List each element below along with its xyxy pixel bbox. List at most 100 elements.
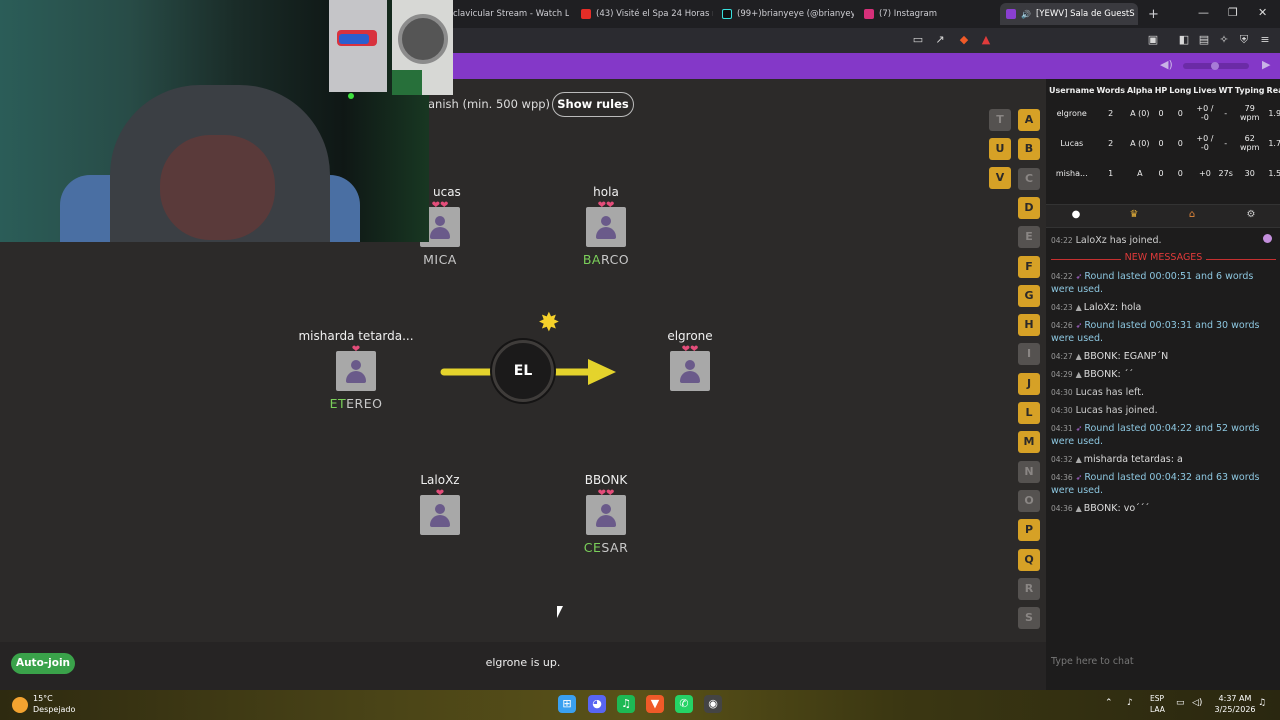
chat-after: 04:22 ➶ Round lasted 00:00:51 and 6 words … [1051,270,1276,515]
tray-chevron-icon[interactable]: ⌃ [1105,698,1113,708]
tab-stream[interactable]: clavicular Stream - Watch Live [447,3,569,25]
spotify-icon[interactable]: ♫ [617,695,635,713]
clock-time[interactable]: 4:37 AM [1214,694,1256,703]
stats-table: UsernameWordsAlphaHPLongLivesWTTypingRea… [1048,82,1280,188]
word-rest: SAR [601,540,629,555]
volume-icon[interactable]: ◀) [1160,58,1173,71]
room-icon[interactable]: ⌂ [1185,209,1199,220]
whatsapp-icon[interactable]: ✆ [675,695,693,713]
stats-header-cell[interactable]: HP [1154,82,1169,98]
lives-hearts: ❤❤ [597,488,615,499]
lives-hearts: ❤ [351,344,361,355]
discord-icon[interactable]: ◕ [588,695,606,713]
chat-username[interactable]: BBONK [1084,369,1118,380]
chat-message: 04:36 ➶ Round lasted 00:04:32 and 63 words… [1051,471,1276,497]
chat-username[interactable]: BBONK [1084,503,1118,514]
stats-header-cell[interactable]: Typing [1234,82,1266,98]
chat-username[interactable]: LaloXz [1084,302,1115,313]
chat-text: Lucas has left. [1075,387,1145,398]
auto-join-toggle[interactable]: Auto-join [11,653,75,674]
leo-ai-icon[interactable]: ✧ [1217,33,1231,46]
player-misharda: misharda tetarda... ❤ ETEREO [291,329,421,412]
minimize-button[interactable]: — [1198,6,1209,19]
wallet-icon[interactable]: ▤ [1197,33,1211,46]
stats-header-cell[interactable]: Lives [1192,82,1217,98]
vpn-icon[interactable]: ⛨ [1237,33,1251,47]
round-icon: ➶ [1075,321,1083,330]
brave-icon[interactable]: ▼ [646,695,664,713]
share-icon[interactable]: ↗ [933,33,947,46]
notification-bell-icon[interactable]: ♫ [1258,698,1266,708]
stats-cell: 0 [1177,108,1183,118]
tab-youtube[interactable]: (43) Visité el Spa 24 Horas má [575,3,713,25]
weather-temp: 15°C [33,694,53,703]
network-icon[interactable]: ▭ [1176,698,1185,708]
stats-body: elgrone2A (0)00+0 / -0-79 wpm1.93sLucas2… [1048,98,1280,188]
stats-header-cell[interactable]: React [1266,82,1280,98]
brave-shield-icon[interactable]: ◆ [957,33,971,46]
chat-message: 04:23 ▲ LaloXz: hola [1051,301,1276,314]
stats-header-row: UsernameWordsAlphaHPLongLivesWTTypingRea… [1048,82,1280,98]
chat-message: 04:36 ▲ BBONK: vo´´´ [1051,502,1276,515]
chat-username[interactable]: misharda tetardas [1084,454,1171,465]
cast-icon[interactable]: ▭ [911,33,925,46]
settings-icon[interactable]: ⚙ [1244,209,1258,220]
stats-cell: 1.93s [1268,108,1280,118]
stats-row: Lucas 2 A (0) 0 0 +0 / -0- 62 wpm 1.75s [1048,128,1280,158]
chat-timestamp: 04:23 [1051,303,1073,312]
chat-icon[interactable]: ● [1069,209,1083,220]
clock-date[interactable]: 3/25/2026 [1212,705,1258,714]
jklm-icon [1006,9,1016,19]
stats-cell: A (0) [1130,138,1150,148]
letter-tile: T [989,109,1011,131]
show-rules-button[interactable]: Show rules [552,92,634,117]
chat-username[interactable]: BBONK [1084,351,1118,362]
menu-icon[interactable]: ≡ [1258,33,1272,46]
new-tab-button[interactable]: + [1142,3,1160,25]
close-window-button[interactable]: ✕ [1258,6,1267,19]
round-icon: ➶ [1075,473,1083,482]
chat-before: 04:22 LaloXz has joined. [1051,234,1276,247]
volume-tray-icon[interactable]: ◁) [1192,698,1202,708]
language-code[interactable]: ESP [1150,694,1164,703]
chat-log: 04:22 LaloXz has joined. NEW MESSAGES 04:… [1051,234,1276,520]
player-hola: hola ❤❤ BARCO [541,185,671,268]
tab-tiktok[interactable]: (99+)brianyeye (@brianyeye) | [716,3,854,25]
moon-weather-icon[interactable] [12,697,28,713]
mic-icon[interactable]: ♪ [1127,698,1133,708]
obs-icon[interactable]: ◉ [704,695,722,713]
brave-rewards-icon[interactable]: ▲ [979,33,993,46]
tab-label: clavicular Stream - Watch Live [453,9,569,19]
word-rest: RCO [601,252,630,267]
play-icon[interactable]: ▶ [1262,58,1270,71]
rules-text: anish (min. 500 wpp) [428,97,551,111]
stats-header-cell[interactable]: WT [1218,82,1234,98]
stats-cell: 0 [1177,168,1183,178]
volume-slider-knob[interactable] [1211,62,1219,70]
keyboard-layout[interactable]: LAA [1150,705,1165,714]
player-name: misharda tetarda... [298,329,414,343]
stats-header-cell[interactable]: Words [1095,82,1125,98]
arrow-head [588,359,616,385]
stats-cell: 30 [1244,168,1255,178]
tab-jklm-active[interactable]: 🔊 [YEWV] Sala de GuestS ✕ [1000,3,1138,25]
split-view-icon[interactable]: ◧ [1177,33,1191,46]
word-syllable: BA [582,252,601,267]
chat-message: 04:22 ➶ Round lasted 00:00:51 and 6 words … [1051,270,1276,296]
tab-instagram[interactable]: (7) Instagram [858,3,996,25]
lives-hearts: ❤❤ [431,200,449,211]
chat-text: Round lasted 00:03:31 and 30 words were … [1051,320,1260,344]
word-syllable: ET [329,396,347,411]
trophy-icon[interactable]: ♛ [1127,209,1141,220]
stats-header-cell[interactable]: Long [1168,82,1192,98]
stats-header-cell[interactable]: Alpha [1126,82,1154,98]
stats-row: elgrone 2 A (0) 0 0 +0 / -0- 79 wpm 1.93s [1048,98,1280,128]
stats-header-cell[interactable]: Username [1048,82,1095,98]
sidebar-icon[interactable]: ▣ [1146,33,1160,46]
windows-icon[interactable]: ⊞ [558,695,576,713]
chat-timestamp: 04:22 [1051,236,1073,245]
new-messages-label: NEW MESSAGES [1120,252,1207,263]
letter-tile: G [1018,284,1040,307]
maximize-button[interactable]: ❐ [1228,6,1238,19]
chat-input[interactable]: Type here to chat [1046,650,1280,676]
